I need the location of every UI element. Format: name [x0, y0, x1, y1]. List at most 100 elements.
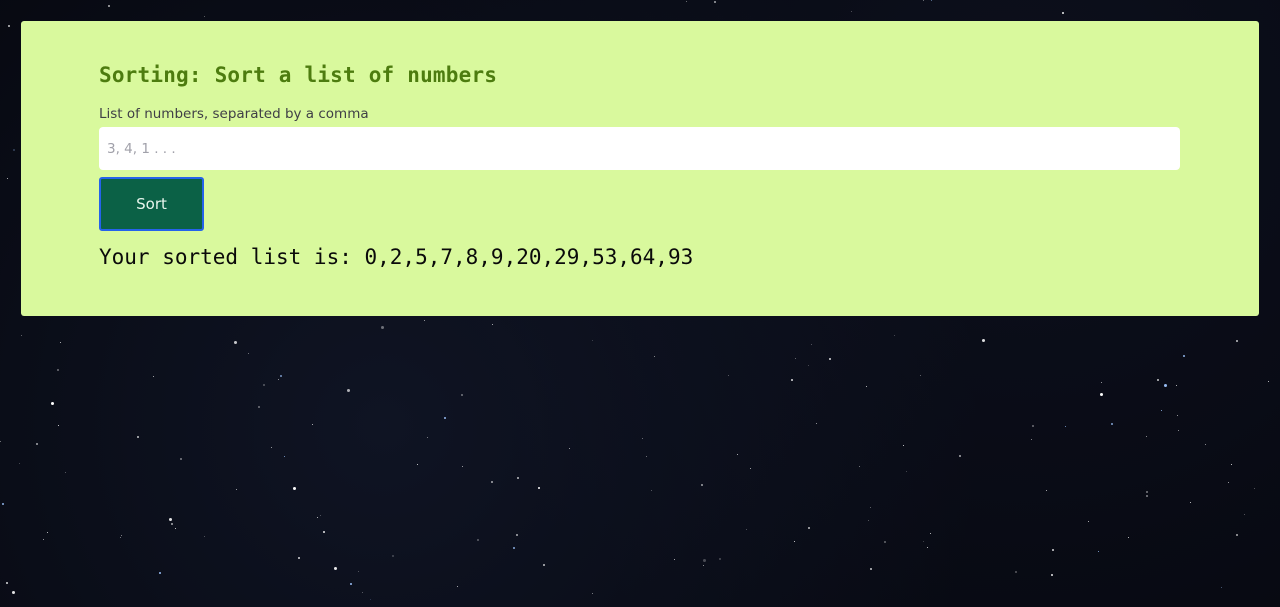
- star: [703, 559, 706, 562]
- star: [1146, 491, 1148, 493]
- star: [323, 531, 325, 533]
- star: [347, 389, 350, 392]
- star: [1128, 537, 1129, 538]
- star: [477, 539, 479, 541]
- star: [651, 490, 652, 491]
- star: [2, 503, 4, 505]
- star: [719, 558, 721, 560]
- star: [492, 324, 493, 325]
- star: [6, 582, 8, 584]
- star: [293, 487, 296, 490]
- star: [334, 567, 337, 570]
- star: [791, 379, 793, 381]
- star: [21, 335, 22, 336]
- star: [1098, 551, 1099, 552]
- star: [737, 454, 738, 455]
- star: [1236, 534, 1238, 536]
- star: [1178, 430, 1179, 431]
- page-title: Sorting: Sort a list of numbers: [99, 63, 498, 87]
- star: [204, 536, 205, 537]
- star: [1065, 426, 1066, 427]
- star: [57, 369, 59, 371]
- star: [358, 571, 359, 572]
- star: [317, 517, 318, 518]
- star: [312, 424, 313, 425]
- star: [1164, 384, 1167, 387]
- star: [169, 518, 172, 521]
- star: [58, 425, 59, 426]
- star: [868, 520, 869, 521]
- star: [248, 353, 249, 354]
- star: [19, 463, 20, 464]
- star: [646, 456, 647, 457]
- star: [795, 358, 796, 359]
- star: [1031, 439, 1032, 440]
- star: [746, 529, 747, 530]
- star: [714, 1, 716, 3]
- star: [703, 565, 704, 566]
- star: [159, 572, 161, 574]
- star: [1100, 393, 1103, 396]
- star: [60, 342, 61, 343]
- star: [263, 384, 265, 386]
- star: [444, 417, 446, 419]
- numbers-input[interactable]: [99, 127, 1180, 170]
- star: [350, 583, 352, 585]
- star: [930, 533, 931, 534]
- star: [728, 375, 729, 376]
- star: [513, 547, 515, 549]
- star: [894, 335, 895, 336]
- star: [461, 394, 463, 396]
- star: [298, 557, 300, 559]
- star: [362, 592, 363, 593]
- star: [234, 341, 237, 344]
- star: [870, 507, 871, 508]
- star: [1157, 379, 1159, 381]
- star: [931, 0, 932, 1]
- star: [171, 523, 173, 525]
- star: [959, 455, 961, 457]
- numbers-input-label: List of numbers, separated by a comma: [99, 106, 369, 122]
- star: [906, 471, 907, 472]
- star: [47, 532, 48, 533]
- star: [1046, 490, 1047, 491]
- star: [36, 443, 38, 445]
- star: [1111, 423, 1113, 425]
- star: [859, 466, 860, 467]
- sorting-card: Sorting: Sort a list of numbers List of …: [21, 21, 1259, 316]
- star: [280, 375, 282, 377]
- star: [457, 586, 458, 587]
- star: [284, 456, 285, 457]
- star: [51, 402, 54, 405]
- star: [65, 472, 66, 473]
- star: [538, 487, 540, 489]
- star: [808, 527, 810, 529]
- sort-button[interactable]: Sort: [99, 177, 204, 231]
- star: [923, 0, 924, 1]
- star: [137, 436, 139, 438]
- star: [642, 438, 643, 439]
- star: [569, 448, 570, 449]
- star: [204, 16, 205, 17]
- star: [108, 5, 110, 7]
- star: [701, 484, 703, 486]
- star: [153, 376, 154, 377]
- star: [543, 564, 545, 566]
- star: [1062, 12, 1064, 14]
- star: [8, 25, 10, 27]
- star: [1231, 464, 1232, 465]
- star: [427, 437, 428, 438]
- star: [851, 11, 852, 12]
- star: [592, 593, 593, 594]
- star: [686, 1, 687, 2]
- star: [121, 535, 122, 536]
- star: [1015, 571, 1017, 573]
- star: [180, 458, 182, 460]
- star: [1101, 382, 1102, 383]
- star: [1146, 495, 1148, 497]
- star: [1236, 340, 1238, 342]
- star: [1051, 574, 1053, 576]
- star: [236, 489, 237, 490]
- star: [903, 445, 904, 446]
- star: [175, 528, 176, 529]
